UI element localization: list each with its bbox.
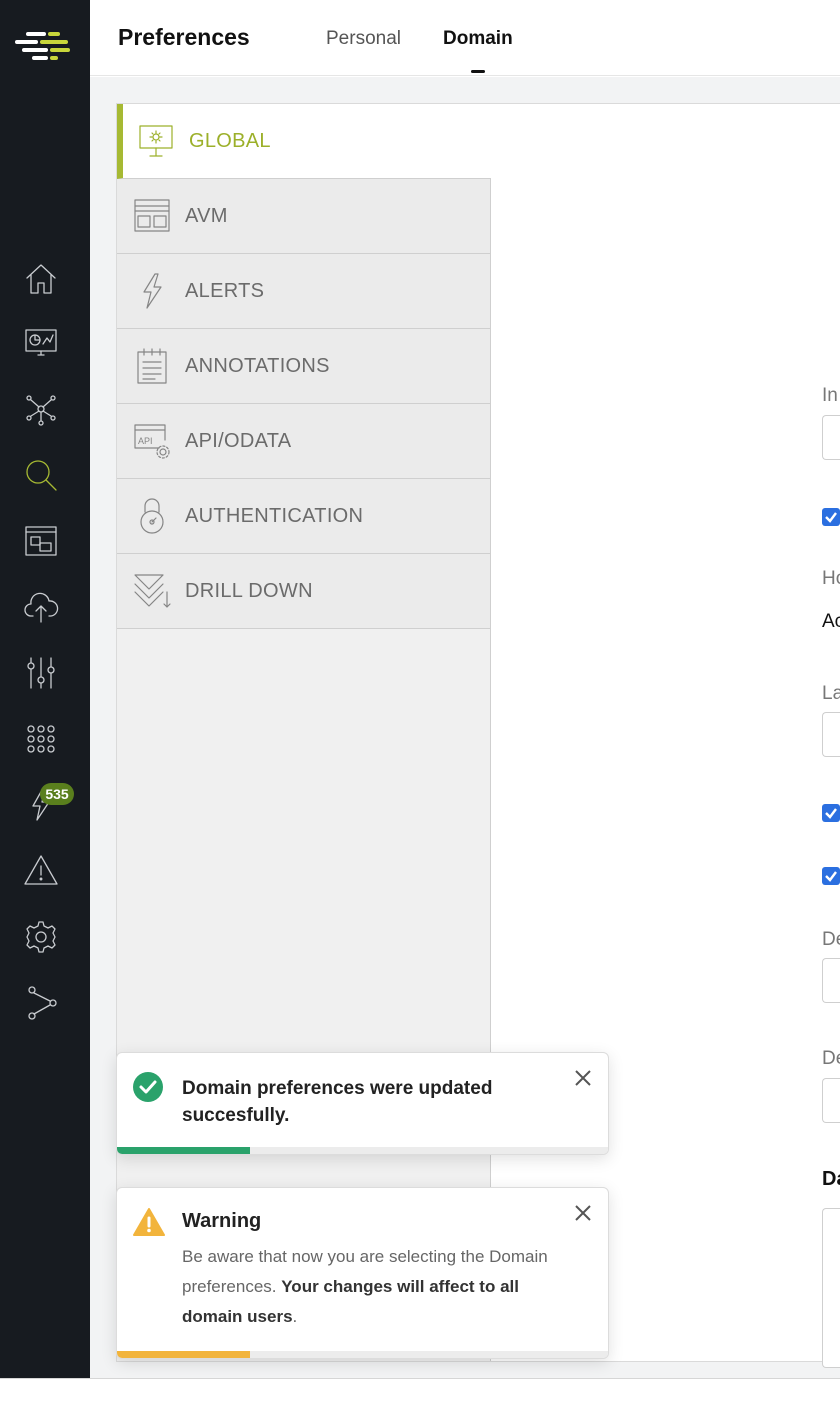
bottom-strip bbox=[0, 1378, 840, 1407]
layout-window-icon bbox=[133, 197, 171, 235]
close-icon[interactable] bbox=[572, 1067, 594, 1089]
menu-item-label: API/ODATA bbox=[185, 429, 292, 452]
menu-item-drill-down[interactable]: DRILL DOWN bbox=[117, 554, 490, 629]
form-input-partial[interactable] bbox=[822, 1078, 840, 1123]
search-icon[interactable] bbox=[20, 454, 62, 496]
toast-message: Domain preferences were updated succesfu… bbox=[182, 1078, 493, 1126]
api-gear-icon: API bbox=[133, 422, 171, 460]
menu-item-label: AVM bbox=[185, 204, 228, 227]
layout-icon[interactable] bbox=[20, 520, 62, 562]
top-header: Preferences Personal Domain bbox=[90, 0, 840, 76]
menu-item-api-odata[interactable]: API API/ODATA bbox=[117, 404, 490, 479]
toast-title: Warning bbox=[182, 1210, 262, 1232]
cloud-upload-icon[interactable] bbox=[20, 586, 62, 628]
close-icon[interactable] bbox=[572, 1202, 594, 1224]
form-checkbox-partial[interactable] bbox=[822, 508, 840, 526]
check-circle-icon bbox=[133, 1072, 163, 1102]
home-icon[interactable] bbox=[20, 258, 62, 300]
left-nav-rail: 535 bbox=[0, 0, 90, 1378]
toast-progress-bar bbox=[117, 1351, 250, 1358]
brand-logo[interactable] bbox=[14, 26, 72, 66]
warning-triangle-icon bbox=[133, 1208, 165, 1236]
preferences-panel: GLOBAL AVM ALERTS ANNOTATIONS API API/OD… bbox=[116, 103, 840, 1362]
toast-progress-track bbox=[117, 1351, 608, 1358]
form-input-partial[interactable] bbox=[822, 415, 840, 460]
notepad-icon bbox=[133, 347, 171, 385]
app-root: 535 Preferences Personal Domain GLOBAL A… bbox=[0, 0, 840, 1407]
sliders-icon[interactable] bbox=[20, 652, 62, 694]
form-textarea-partial[interactable] bbox=[822, 1208, 840, 1368]
success-toast: Domain preferences were updated succesfu… bbox=[116, 1052, 609, 1155]
toast-body: Be aware that now you are selecting the … bbox=[182, 1242, 562, 1332]
topology-icon[interactable] bbox=[20, 388, 62, 430]
menu-item-alerts[interactable]: ALERTS bbox=[117, 254, 490, 329]
toast-progress-track bbox=[117, 1147, 608, 1154]
monitor-gear-icon bbox=[137, 122, 175, 160]
page-title: Preferences bbox=[118, 24, 250, 50]
lightning-icon bbox=[133, 272, 171, 310]
warning-icon[interactable] bbox=[20, 850, 62, 892]
form-label-partial: La bbox=[822, 683, 840, 704]
padlock-icon bbox=[133, 497, 171, 535]
menu-item-global[interactable]: GLOBAL bbox=[117, 104, 491, 179]
tab-personal[interactable]: Personal bbox=[326, 28, 401, 50]
section-heading-partial: Da bbox=[822, 1168, 840, 1190]
menu-item-label: ALERTS bbox=[185, 279, 265, 302]
drill-down-icon bbox=[133, 572, 171, 610]
form-input-partial[interactable] bbox=[822, 958, 840, 1003]
preferences-category-menu: GLOBAL AVM ALERTS ANNOTATIONS API API/OD… bbox=[117, 104, 491, 1361]
menu-item-authentication[interactable]: AUTHENTICATION bbox=[117, 479, 490, 554]
form-label-partial: De bbox=[822, 929, 840, 950]
apps-grid-icon[interactable] bbox=[20, 718, 62, 760]
menu-item-label: ANNOTATIONS bbox=[185, 354, 330, 377]
menu-item-label: GLOBAL bbox=[189, 129, 271, 152]
notification-count-badge: 535 bbox=[40, 783, 74, 805]
menu-item-label: DRILL DOWN bbox=[185, 579, 313, 602]
settings-icon[interactable] bbox=[20, 916, 62, 958]
toast-body-suffix: . bbox=[292, 1307, 298, 1326]
menu-item-label: AUTHENTICATION bbox=[185, 504, 364, 527]
tab-domain[interactable]: Domain bbox=[443, 28, 513, 73]
menu-item-annotations[interactable]: ANNOTATIONS bbox=[117, 329, 490, 404]
svg-text:API: API bbox=[138, 436, 153, 446]
form-checkbox-partial[interactable] bbox=[822, 804, 840, 822]
share-icon[interactable] bbox=[20, 982, 62, 1024]
dashboard-icon[interactable] bbox=[20, 322, 62, 364]
form-checkbox-partial[interactable] bbox=[822, 867, 840, 885]
toast-progress-bar bbox=[117, 1147, 250, 1154]
content-area: GLOBAL AVM ALERTS ANNOTATIONS API API/OD… bbox=[90, 77, 840, 1378]
form-value-partial: Ac bbox=[822, 611, 840, 632]
form-label-partial: De bbox=[822, 1048, 840, 1069]
menu-item-avm[interactable]: AVM bbox=[117, 179, 490, 254]
form-input-partial[interactable] bbox=[822, 712, 840, 757]
form-label-partial: Ho bbox=[822, 568, 840, 589]
warning-toast: Warning Be aware that now you are select… bbox=[116, 1187, 609, 1359]
form-label-partial: In bbox=[822, 385, 838, 406]
